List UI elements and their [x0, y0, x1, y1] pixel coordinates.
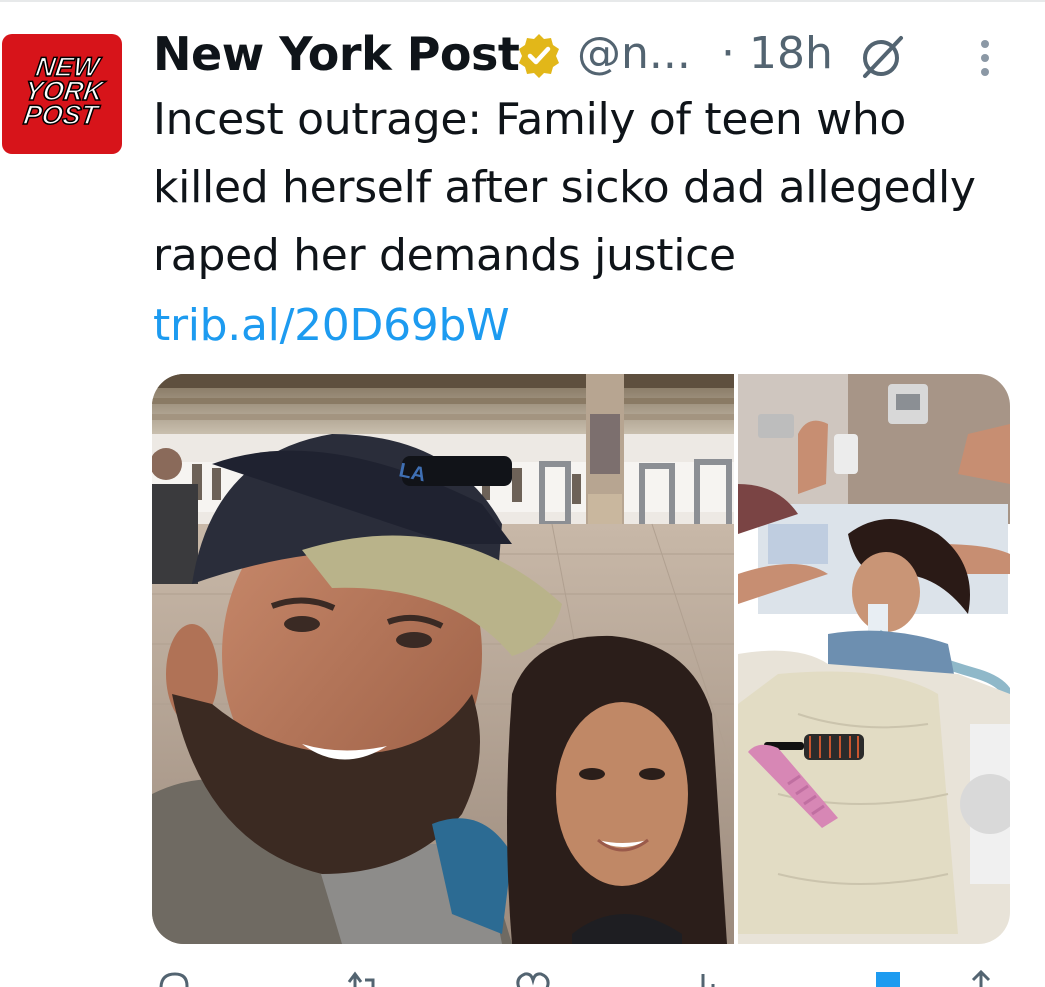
top-divider: [0, 0, 1045, 2]
tweet-timestamp[interactable]: 18h: [749, 24, 833, 84]
verified-badge-icon: [515, 32, 563, 80]
photo-selfie[interactable]: LA: [152, 374, 734, 944]
tweet-text: Incest outrage: Family of teen who kille…: [153, 94, 976, 281]
views-icon[interactable]: [683, 968, 723, 987]
bookmark-icon[interactable]: [868, 968, 908, 987]
media-grid: LA: [152, 374, 1010, 944]
avatar-logo-line: POST: [22, 99, 102, 130]
photo-hospital[interactable]: [738, 374, 1010, 944]
retweet-icon[interactable]: [343, 968, 383, 987]
share-icon[interactable]: [961, 968, 1001, 987]
action-bar: [153, 968, 1013, 987]
more-options-icon[interactable]: [965, 34, 1005, 82]
author-avatar[interactable]: NEW YORK POST: [2, 34, 122, 154]
like-icon[interactable]: [513, 968, 553, 987]
tweet-header: New York Post @n... · 18h: [153, 24, 1033, 84]
grok-icon[interactable]: [857, 30, 909, 82]
author-display-name[interactable]: New York Post: [153, 24, 520, 84]
meta-separator: ·: [721, 28, 735, 79]
author-handle[interactable]: @n...: [577, 24, 691, 84]
reply-icon[interactable]: [153, 968, 193, 987]
tweet-link[interactable]: trib.al/20D69bW: [153, 292, 510, 360]
